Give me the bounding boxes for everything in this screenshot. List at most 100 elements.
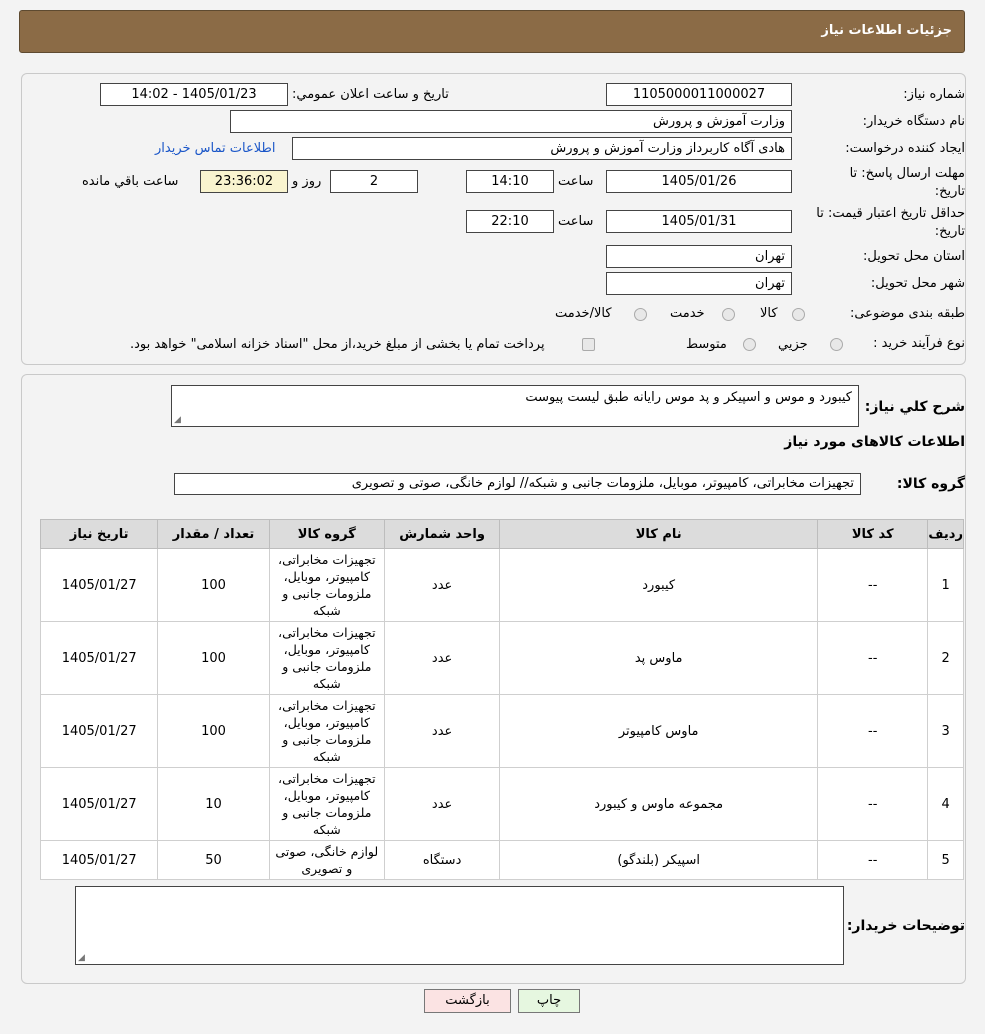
creator-label: ایجاد کننده درخواست: (845, 141, 965, 156)
remaining-time-field: 23:36:02 (200, 170, 288, 193)
description-textarea[interactable]: کیبورد و موس و اسپیکر و پد موس رایانه طب… (171, 385, 859, 427)
process-option-medium: متوسط (686, 337, 727, 352)
cell-code: -- (817, 548, 929, 622)
table-row: 5 -- اسپیکر (بلندگو) دستگاه لوازم خانگی،… (39, 840, 964, 880)
deadline-label: مهلت ارسال پاسخ: تا (849, 166, 965, 181)
buyer-org-field: وزارت آموزش و پرورش (230, 110, 792, 133)
header-code: کد کالا (817, 519, 929, 549)
buyer-notes-textarea[interactable]: ◢ (75, 886, 844, 965)
cell-group: لوازم خانگی، صوتی و تصویری (268, 840, 385, 880)
validity-date-field: 1405/01/31 (606, 210, 792, 233)
cell-unit: عدد (383, 694, 501, 768)
page-header: جزئیات اطلاعات نیاز (19, 10, 965, 53)
table-row: 2 -- ماوس پد عدد تجهیزات مخابراتی، کامپی… (39, 621, 964, 695)
validity-time-label: ساعت (558, 214, 594, 229)
category-radio-goods-service[interactable] (634, 308, 647, 321)
category-option-goods: کالا (760, 306, 778, 321)
cell-code: -- (817, 621, 929, 695)
cell-qty: 50 (157, 840, 270, 880)
cell-group: تجهیزات مخابراتی، کامپیوتر، موبایل، ملزو… (268, 621, 385, 695)
cell-row-number: 4 (927, 767, 964, 841)
treasury-checkbox[interactable] (582, 338, 595, 351)
process-option-minor: جزيي (778, 337, 808, 352)
table-header-row: ردیف کد کالا نام کالا واحد شمارش گروه کا… (39, 519, 964, 549)
cell-row-number: 5 (927, 840, 964, 880)
cell-name: ماوس کامپیوتر (499, 694, 819, 768)
goods-table: ردیف کد کالا نام کالا واحد شمارش گروه کا… (39, 519, 964, 880)
header-unit: واحد شمارش (383, 519, 501, 549)
cell-qty: 10 (157, 767, 270, 841)
province-field: تهران (606, 245, 792, 268)
description-label: شرح كلي نياز: (864, 399, 965, 415)
goods-group-field: تجهیزات مخابراتی، کامپیوتر، موبایل، ملزو… (174, 473, 861, 495)
cell-code: -- (817, 694, 929, 768)
back-button[interactable]: بازگشت (424, 989, 511, 1013)
deadline-date-field: 1405/01/26 (606, 170, 792, 193)
cell-date: 1405/01/27 (39, 840, 159, 880)
buyer-notes-label: توضیحات خریدار: (846, 918, 965, 934)
cell-date: 1405/01/27 (39, 548, 159, 622)
cell-row-number: 3 (927, 694, 964, 768)
cell-group: تجهیزات مخابراتی، کامپیوتر، موبایل، ملزو… (268, 694, 385, 768)
goods-section-title: اطلاعات کالاهای مورد نیاز (784, 434, 965, 450)
days-label: روز و (292, 174, 322, 189)
need-number-field: 1105000011000027 (606, 83, 792, 106)
category-radio-service[interactable] (722, 308, 735, 321)
description-text: کیبورد و موس و اسپیکر و پد موس رایانه طب… (525, 390, 852, 405)
cell-name: اسپیکر (بلندگو) (499, 840, 819, 880)
cell-qty: 100 (157, 621, 270, 695)
process-radio-minor[interactable] (830, 338, 843, 351)
cell-code: -- (817, 767, 929, 841)
validity-label: حداقل تاریخ اعتبار قیمت: تا (816, 206, 965, 221)
deadline-label-date: تاریخ: (934, 184, 965, 199)
cell-unit: عدد (383, 621, 501, 695)
print-button[interactable]: چاپ (518, 989, 580, 1013)
cell-unit: دستگاه (383, 840, 501, 880)
table-row: 1 -- کیبورد عدد تجهیزات مخابراتی، کامپیو… (39, 548, 964, 622)
deadline-time-field: 14:10 (466, 170, 554, 193)
deadline-time-label: ساعت (558, 174, 594, 189)
process-radio-medium[interactable] (743, 338, 756, 351)
header-date: تاریخ نیاز (39, 519, 159, 549)
province-label: استان محل تحویل: (863, 249, 965, 264)
validity-time-field: 22:10 (466, 210, 554, 233)
city-field: تهران (606, 272, 792, 295)
table-row: 3 -- ماوس کامپیوتر عدد تجهیزات مخابراتی،… (39, 694, 964, 768)
need-number-label: شماره نیاز: (903, 87, 965, 102)
category-label: طبقه بندی موضوعی: (849, 306, 965, 321)
category-option-goods-service: کالا/خدمت (555, 306, 612, 321)
treasury-note: پرداخت تمام یا بخشی از مبلغ خرید،از محل … (130, 337, 545, 352)
cell-unit: عدد (383, 767, 501, 841)
announce-label: تاریخ و ساعت اعلان عمومي: (292, 87, 449, 102)
cell-group: تجهیزات مخابراتی، کامپیوتر، موبایل، ملزو… (268, 548, 385, 622)
header-group: گروه کالا (268, 519, 385, 549)
goods-group-label: گروه کالا: (896, 476, 965, 492)
resize-grip-icon[interactable]: ◢ (78, 953, 85, 963)
buyer-contact-link[interactable]: اطلاعات تماس خریدار (155, 141, 275, 156)
cell-code: -- (817, 840, 929, 880)
table-row: 4 -- مجموعه ماوس و کیبورد عدد تجهیزات مخ… (39, 767, 964, 841)
cell-unit: عدد (383, 548, 501, 622)
cell-date: 1405/01/27 (39, 621, 159, 695)
category-radio-goods[interactable] (792, 308, 805, 321)
creator-field: هادی آگاه کاربرداز وزارت آموزش و پرورش (292, 137, 792, 160)
validity-label-date: تاریخ: (934, 224, 965, 239)
page-title: جزئیات اطلاعات نیاز (821, 23, 952, 38)
cell-qty: 100 (157, 694, 270, 768)
remaining-time-label: ساعت باقي مانده (82, 174, 179, 189)
process-label: نوع فرآیند خرید : (873, 336, 965, 351)
resize-grip-icon[interactable]: ◢ (174, 415, 181, 425)
header-qty: تعداد / مقدار (157, 519, 270, 549)
cell-date: 1405/01/27 (39, 767, 159, 841)
category-option-service: خدمت (670, 306, 705, 321)
cell-row-number: 1 (927, 548, 964, 622)
cell-date: 1405/01/27 (39, 694, 159, 768)
cell-name: مجموعه ماوس و کیبورد (499, 767, 819, 841)
header-name: نام کالا (499, 519, 819, 549)
city-label: شهر محل تحویل: (870, 276, 965, 291)
buyer-org-label: نام دستگاه خريدار: (862, 114, 965, 129)
cell-group: تجهیزات مخابراتی، کامپیوتر، موبایل، ملزو… (268, 767, 385, 841)
announce-datetime-field: 1405/01/23 - 14:02 (100, 83, 288, 106)
cell-qty: 100 (157, 548, 270, 622)
days-remaining-field: 2 (330, 170, 418, 193)
